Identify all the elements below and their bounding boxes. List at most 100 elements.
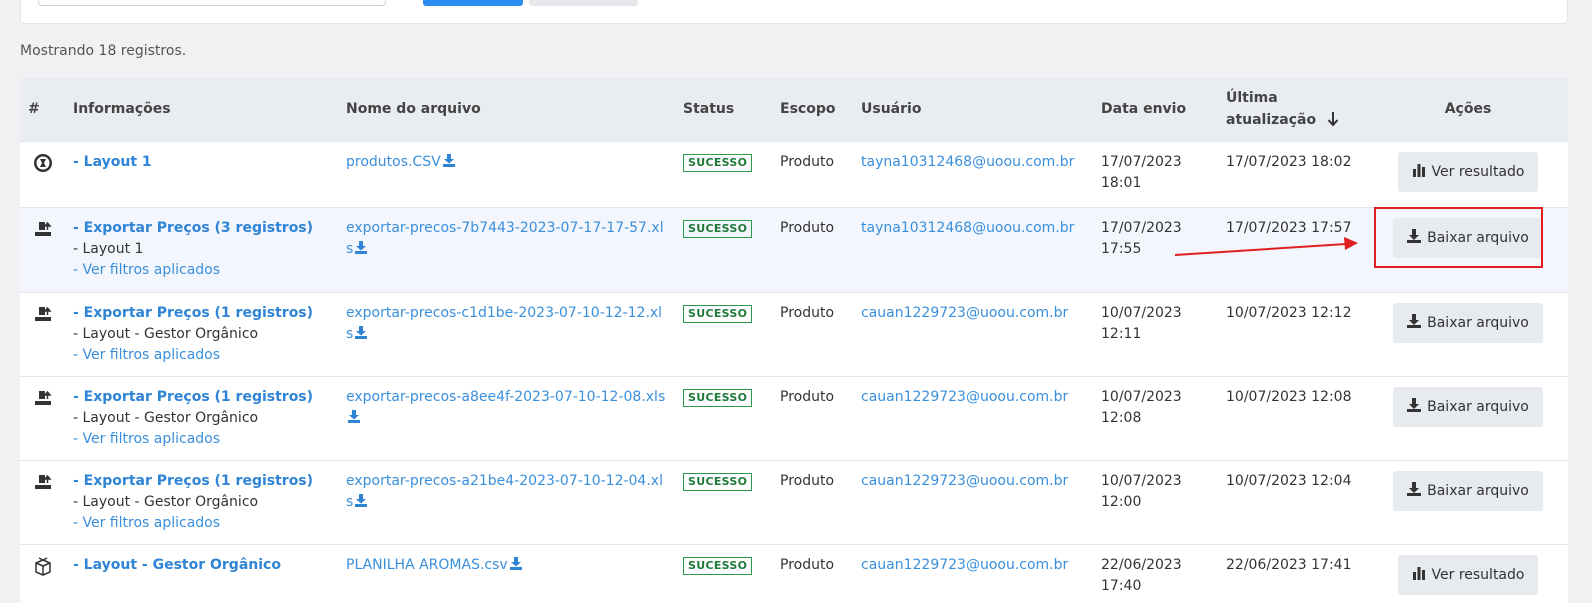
file-name-link[interactable]: produtos.CSV	[346, 154, 441, 170]
status-badge: SUCESSO	[683, 472, 753, 491]
download-icon	[1407, 228, 1422, 247]
export-icon	[28, 218, 57, 240]
actions-cell: Ver resultado	[1368, 140, 1568, 207]
action-label: Baixar arquivo	[1427, 314, 1529, 331]
user-email-link[interactable]: cauan1229723@uoou.com.br	[861, 557, 1068, 573]
header-info[interactable]: Informações	[65, 78, 338, 141]
search-input[interactable]	[38, 0, 386, 6]
view-result-button[interactable]: Ver resultado	[1397, 151, 1539, 192]
file-download-icon[interactable]	[355, 240, 368, 254]
import-title-link[interactable]: - Exportar Preços (1 registros)	[73, 471, 330, 492]
header-status[interactable]: Status	[675, 78, 772, 141]
status-cell: SUCESSO	[675, 375, 772, 460]
download-file-button[interactable]: Baixar arquivo	[1393, 302, 1543, 343]
header-actions: Ações	[1444, 101, 1492, 118]
actions-cell: Baixar arquivo	[1368, 291, 1568, 376]
updated-date-cell: 10/07/2023 12:08	[1218, 375, 1368, 460]
status-badge: SUCESSO	[683, 556, 753, 575]
updated-date-cell: 10/07/2023 12:12	[1218, 291, 1368, 376]
status-badge: SUCESSO	[683, 153, 753, 172]
scope-cell: Produto	[772, 459, 853, 544]
user-cell: tayna10312468@uoou.com.br	[853, 206, 1093, 292]
view-filters-link[interactable]: - Ver filtros aplicados	[73, 513, 330, 534]
imports-table: # Informações Nome do arquivo Status Esc…	[20, 78, 1568, 603]
view-filters-link[interactable]: - Ver filtros aplicados	[73, 260, 330, 281]
header-updated[interactable]: Última atualização	[1218, 78, 1368, 141]
table-row: - Exportar Preços (1 registros) - Layout …	[20, 459, 1568, 544]
file-name-link[interactable]: exportar-precos-c1d1be-2023-07-10-12-12.…	[346, 305, 662, 342]
info-cell: - Exportar Preços (1 registros) - Layout …	[65, 459, 338, 544]
download-icon	[1407, 481, 1422, 500]
file-name-link[interactable]: exportar-precos-7b7443-2023-07-17-17-57.…	[346, 220, 664, 257]
record-count: Mostrando 18 registros.	[20, 43, 187, 59]
import-title-link[interactable]: - Exportar Preços (1 registros)	[73, 303, 330, 324]
user-email-link[interactable]: cauan1229723@uoou.com.br	[861, 305, 1068, 321]
info-cell: - Layout 1	[65, 140, 338, 207]
import-title-link[interactable]: - Exportar Preços (1 registros)	[73, 387, 330, 408]
layout-name: - Layout - Gestor Orgânico	[73, 325, 259, 342]
info-cell: - Exportar Preços (1 registros) - Layout …	[65, 291, 338, 376]
table-header-row: # Informações Nome do arquivo Status Esc…	[20, 78, 1568, 141]
sent-date-cell: 17/07/2023 17:55	[1093, 206, 1218, 292]
user-email-link[interactable]: cauan1229723@uoou.com.br	[861, 389, 1068, 405]
file-name-link[interactable]: exportar-precos-a8ee4f-2023-07-10-12-08.…	[346, 389, 665, 405]
file-name-link[interactable]: PLANILHA AROMAS.csv	[346, 557, 508, 573]
header-sent[interactable]: Data envio	[1093, 78, 1218, 141]
bar-chart-icon	[1412, 163, 1426, 181]
header-user[interactable]: Usuário	[853, 78, 1093, 141]
scope-cell: Produto	[772, 206, 853, 292]
download-file-button[interactable]: Baixar arquivo	[1393, 217, 1543, 258]
download-icon	[1407, 397, 1422, 416]
row-type-cell	[20, 375, 65, 460]
action-label: Baixar arquivo	[1427, 482, 1529, 499]
actions-cell: Baixar arquivo	[1368, 459, 1568, 544]
user-email-link[interactable]: cauan1229723@uoou.com.br	[861, 473, 1068, 489]
import-title-link[interactable]: - Layout 1	[73, 152, 330, 173]
header-updated-line1: Última	[1226, 90, 1278, 107]
import-title-link[interactable]: - Exportar Preços (3 registros)	[73, 218, 330, 239]
imports-table-container: # Informações Nome do arquivo Status Esc…	[20, 78, 1568, 603]
table-row: - Layout 1 produtos.CSV SUCESSO Produto tayn…	[20, 140, 1568, 207]
layout-name: - Layout - Gestor Orgânico	[73, 409, 259, 426]
view-filters-link[interactable]: - Ver filtros aplicados	[73, 429, 330, 450]
header-scope[interactable]: Escopo	[772, 78, 853, 141]
view-filters-link[interactable]: - Ver filtros aplicados	[73, 345, 330, 366]
file-cell: exportar-precos-a21be4-2023-07-10-12-04.…	[338, 459, 675, 544]
header-num: #	[28, 101, 40, 118]
filter-button[interactable]	[423, 0, 523, 6]
actions-cell: Ver resultado	[1368, 543, 1568, 603]
file-download-icon[interactable]	[355, 493, 368, 507]
file-download-icon[interactable]	[509, 556, 522, 570]
sent-date-cell: 22/06/2023 17:40	[1093, 543, 1218, 603]
clear-button[interactable]	[529, 0, 638, 6]
import-title-link[interactable]: - Layout - Gestor Orgânico	[73, 555, 330, 576]
sort-down-icon[interactable]	[1327, 111, 1339, 127]
row-type-cell	[20, 459, 65, 544]
user-email-link[interactable]: tayna10312468@uoou.com.br	[861, 154, 1074, 170]
user-email-link[interactable]: tayna10312468@uoou.com.br	[861, 220, 1074, 236]
status-cell: SUCESSO	[675, 140, 772, 207]
export-icon	[28, 387, 57, 409]
status-badge: SUCESSO	[683, 304, 753, 323]
sent-date-cell: 17/07/2023 18:01	[1093, 140, 1218, 207]
updated-date-cell: 10/07/2023 12:04	[1218, 459, 1368, 544]
file-name-link[interactable]: exportar-precos-a21be4-2023-07-10-12-04.…	[346, 473, 663, 510]
file-cell: exportar-precos-a8ee4f-2023-07-10-12-08.…	[338, 375, 675, 460]
action-label: Ver resultado	[1431, 163, 1525, 180]
user-cell: cauan1229723@uoou.com.br	[853, 291, 1093, 376]
file-download-icon[interactable]	[348, 409, 360, 423]
header-file[interactable]: Nome do arquivo	[338, 78, 675, 141]
row-type-cell	[20, 140, 65, 207]
view-result-button[interactable]: Ver resultado	[1397, 554, 1539, 595]
sent-date-cell: 10/07/2023 12:00	[1093, 459, 1218, 544]
download-file-button[interactable]: Baixar arquivo	[1393, 470, 1543, 511]
row-type-cell	[20, 543, 65, 603]
actions-cell: Baixar arquivo	[1368, 375, 1568, 460]
file-download-icon[interactable]	[442, 153, 455, 167]
action-label: Baixar arquivo	[1427, 398, 1529, 415]
download-file-button[interactable]: Baixar arquivo	[1393, 386, 1543, 427]
table-row: - Exportar Preços (3 registros) - Layout …	[20, 206, 1568, 292]
file-download-icon[interactable]	[355, 325, 368, 339]
status-cell: SUCESSO	[675, 291, 772, 376]
header-updated-line2: atualização	[1226, 112, 1317, 129]
